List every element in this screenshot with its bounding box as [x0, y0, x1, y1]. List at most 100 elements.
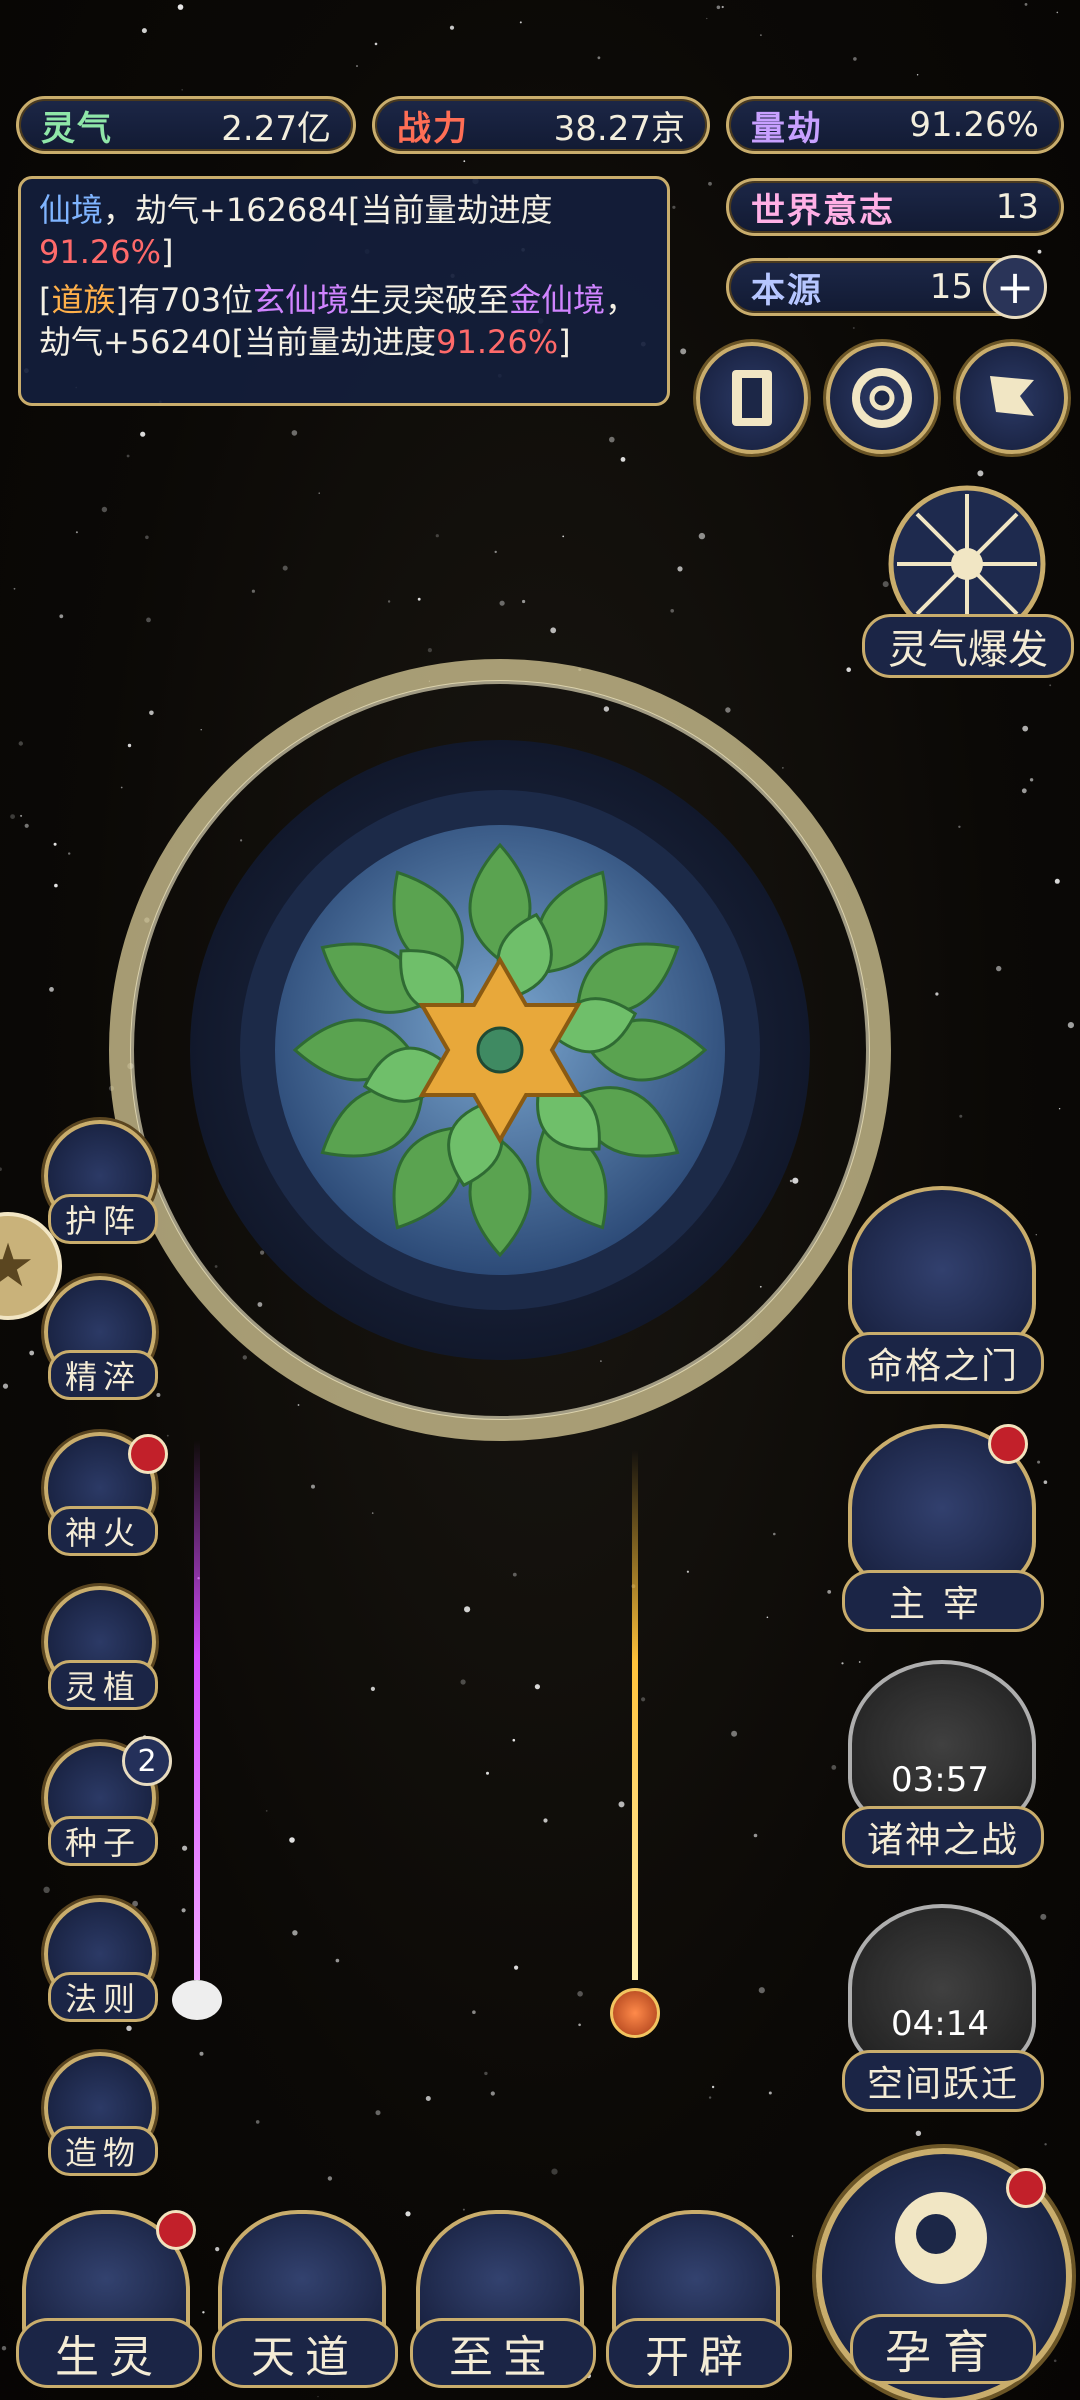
left-menu-faze-button[interactable]: 法则 [40, 1898, 160, 2022]
benyuan-label: 本源 [751, 270, 823, 311]
star [141, 28, 147, 34]
liangjie-value: 91.26% [909, 105, 1039, 145]
yunyu-button[interactable]: 孕育 [816, 2148, 1072, 2400]
lingqi-burst-button[interactable]: 灵气爆发 [862, 474, 1074, 684]
star [499, 600, 505, 606]
zhushen-timer: 03:57 [891, 1760, 989, 1800]
vortex-icon [848, 1904, 1036, 2072]
left-menu-label: 护阵 [48, 1194, 158, 1244]
star [10, 814, 16, 819]
star [464, 1606, 471, 1613]
star [282, 565, 288, 571]
notification-dot [988, 1424, 1028, 1464]
log-progress: 91.26% [39, 233, 162, 271]
yunyu-label: 孕育 [850, 2314, 1036, 2384]
sword-icon [848, 1660, 1036, 1828]
log-progress: 91.26% [436, 323, 559, 361]
count-badge: 2 [122, 1736, 172, 1786]
bottom-zhibao-button[interactable]: 至宝 [410, 2210, 596, 2388]
log-bracket: [ [39, 281, 52, 319]
star [519, 21, 522, 24]
star [182, 1845, 188, 1851]
star [522, 599, 526, 604]
left-menu-zaowu-button[interactable]: 造物 [40, 2052, 160, 2176]
star [490, 2091, 495, 2096]
shijie-stat[interactable]: 世界意志 13 [726, 178, 1064, 236]
scroll-button[interactable] [696, 342, 808, 454]
bottom-tiandao-button[interactable]: 天道 [212, 2210, 398, 2388]
star [853, 57, 857, 61]
star [20, 814, 23, 817]
world-planet[interactable] [100, 650, 900, 1450]
star [618, 1801, 625, 1808]
star [75, 531, 78, 534]
left-menu-lingzhi-button[interactable]: 灵植 [40, 1586, 160, 1710]
log-tribe: 道族 [51, 281, 116, 319]
star [463, 160, 466, 163]
bottom-shengling-button[interactable]: 生灵 [16, 2210, 202, 2388]
left-menu-huzhen-button[interactable]: 护阵 [40, 1120, 160, 1244]
star [731, 1730, 738, 1737]
log-entry: 仙境，劫气+162684[当前量劫进度 91.26%] [39, 189, 649, 273]
star [327, 2176, 333, 2181]
purple-beam [194, 1440, 200, 1980]
kongjian-label: 空间跃迁 [842, 2050, 1044, 2112]
star [356, 65, 358, 67]
left-menu-shenhuo-button[interactable]: 神火 [40, 1432, 168, 1556]
star [609, 436, 615, 443]
left-menu-jingcui-button[interactable]: 精淬 [40, 1276, 160, 1400]
zhushen-battle-button[interactable]: 03:57 诸神之战 [842, 1660, 1044, 1868]
left-menu-label: 种子 [48, 1816, 158, 1866]
star [766, 1616, 769, 1619]
star [512, 1572, 517, 1577]
star [791, 2235, 794, 2237]
star [1044, 2143, 1047, 2146]
log-entry: [道族]有703位玄仙境生灵突破至金仙境，劫气+56240[当前量劫进度91.2… [39, 279, 649, 363]
star [512, 1738, 516, 1742]
star [425, 2096, 431, 2101]
star [711, 2085, 715, 2089]
star [1043, 1480, 1048, 1484]
left-menu-zhongzi-button[interactable]: 种子 2 [40, 1736, 172, 1866]
star [145, 535, 149, 540]
log-realm: 仙境 [39, 191, 104, 229]
zhuzai-button[interactable]: 主宰 [842, 1424, 1044, 1632]
star [59, 614, 64, 619]
star [721, 5, 724, 9]
star [317, 2396, 319, 2398]
liangjie-label: 量劫 [751, 108, 823, 149]
star [13, 587, 16, 590]
portal-button[interactable] [826, 342, 938, 454]
log-bracket: ] [558, 323, 571, 361]
liangjie-stat[interactable]: 量劫 91.26% [726, 96, 1064, 154]
star [202, 2311, 205, 2314]
star [53, 842, 57, 846]
zhushen-label: 诸神之战 [842, 1806, 1044, 1868]
star [915, 2130, 922, 2136]
lingqi-value: 2.27亿 [221, 108, 331, 149]
star [311, 1484, 315, 1489]
star [24, 823, 29, 828]
star [1049, 684, 1052, 687]
star [677, 566, 683, 572]
star [417, 597, 421, 601]
star [101, 506, 108, 513]
flag-button[interactable] [956, 342, 1068, 454]
add-benyuan-button[interactable]: + [983, 255, 1047, 319]
space-jump-button[interactable]: 04:14 空间跃迁 [842, 1904, 1044, 2112]
bottom-kaipi-button[interactable]: 开辟 [606, 2210, 792, 2388]
left-menu-label: 法则 [48, 1972, 158, 2022]
zhanli-value: 38.27京 [553, 108, 685, 149]
star [318, 492, 320, 494]
star [460, 1679, 466, 1685]
star [494, 550, 497, 554]
star [577, 1991, 583, 1997]
embryo-icon [895, 2192, 987, 2284]
zhuzai-label: 主宰 [842, 1570, 1044, 1632]
game-scene: 灵气 2.27亿 战力 38.27京 量劫 91.26% 世界意志 13 本源 … [0, 0, 1080, 2400]
star [698, 532, 706, 540]
mingge-gate-button[interactable]: 命格之门 [842, 1186, 1044, 1394]
star [753, 1833, 758, 1838]
star [543, 1818, 548, 1823]
gate-icon [848, 1186, 1036, 1354]
